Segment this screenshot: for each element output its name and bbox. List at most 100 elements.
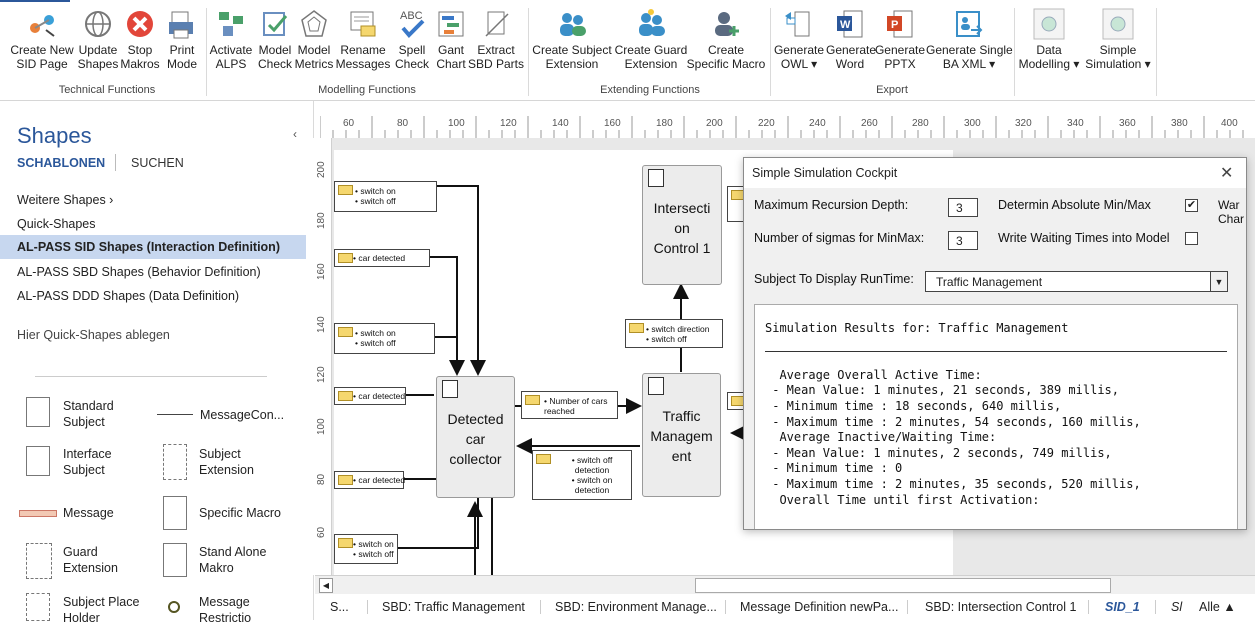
model-metrics-button[interactable]: Model Metrics: [294, 8, 334, 71]
specific-macro-shape-icon[interactable]: [163, 496, 187, 530]
subject-intersection-control[interactable]: Intersecti on Control 1: [642, 165, 722, 285]
message-car-detected[interactable]: • car detected: [334, 249, 430, 267]
shape-subject-place-holder[interactable]: Subject Place Holder: [63, 594, 139, 626]
waiting-times-checkbox[interactable]: [1185, 232, 1198, 245]
ruler-label: 80: [397, 118, 409, 129]
shape-message[interactable]: Message: [63, 505, 114, 521]
subject-detected-car-collector[interactable]: Detected car collector: [436, 376, 515, 498]
close-icon[interactable]: ✕: [1220, 163, 1233, 183]
shape-message-restriction[interactable]: Message Restrictio: [199, 594, 251, 626]
pptx-icon: P: [884, 8, 916, 40]
create-new-sid-page-button[interactable]: Create New SID Page: [10, 8, 74, 71]
generate-single-ba-xml-button[interactable]: Generate Single BA XML ▾: [926, 8, 1013, 71]
minmax-label: Determin Absolute Min/Max: [998, 198, 1151, 212]
shape-interface-subject[interactable]: Interface Subject: [63, 446, 112, 478]
rename-messages-button[interactable]: Rename Messages: [334, 8, 392, 71]
simple-simulation-button[interactable]: Simple Simulation ▾: [1082, 8, 1154, 71]
all-pages-button[interactable]: Alle ▲: [1199, 600, 1236, 614]
scroll-left-icon[interactable]: ◀: [319, 578, 333, 593]
message-switch-detection[interactable]: • switch off detection • switch on detec…: [532, 450, 632, 500]
page-tab[interactable]: Sl: [1171, 600, 1182, 614]
shape-guard-extension[interactable]: Guard Extension: [63, 544, 118, 576]
create-specific-macro-button[interactable]: Create Specific Macro: [686, 8, 766, 71]
tab-suchen[interactable]: SUCHEN: [131, 156, 184, 170]
sigmas-input[interactable]: 3: [948, 231, 978, 250]
scroll-thumb[interactable]: [695, 578, 1111, 593]
extract-sbd-parts-button[interactable]: Extract SBD Parts: [468, 8, 524, 71]
page-tab[interactable]: S...: [330, 600, 349, 614]
subject-select[interactable]: Traffic Management: [925, 271, 1222, 292]
data-modelling-icon: [1033, 8, 1065, 40]
shape-message-connector[interactable]: MessageCon...: [200, 407, 284, 423]
quick-shapes-drop-hint: Hier Quick-Shapes ablegen: [17, 328, 170, 342]
message-connector-shape-icon[interactable]: [157, 414, 193, 415]
stencil-quick-shapes[interactable]: Quick-Shapes: [0, 212, 306, 236]
tab-divider: [1088, 600, 1089, 614]
message-switch-on-off[interactable]: • switch on • switch off: [334, 323, 435, 354]
minmax-checkbox[interactable]: ✔: [1185, 199, 1198, 212]
standard-subject-shape-icon[interactable]: [26, 397, 50, 427]
create-subject-extension-button[interactable]: Create Subject Extension: [530, 8, 614, 71]
stand-alone-makro-shape-icon[interactable]: [163, 543, 187, 577]
message-car-detected[interactable]: • car detected: [334, 387, 406, 405]
envelope-icon: [338, 391, 353, 401]
model-check-button[interactable]: Model Check: [256, 8, 294, 71]
message-shape-icon[interactable]: [19, 510, 57, 517]
stop-makros-button[interactable]: Stop Makros: [120, 8, 160, 71]
generate-word-button[interactable]: W Generate Word: [826, 8, 876, 71]
envelope-icon: [338, 185, 353, 195]
create-guard-extension-button[interactable]: Create Guard Extension: [614, 8, 688, 71]
message-restriction-shape-icon[interactable]: [168, 601, 180, 613]
generate-pptx-button[interactable]: P Generate PPTX: [874, 8, 926, 71]
message-switch-direction[interactable]: • switch direction • switch off: [625, 319, 723, 348]
message-switch-on-off[interactable]: • switch on • switch off: [334, 534, 398, 564]
activate-alps-button[interactable]: Activate ALPS: [208, 8, 254, 71]
group-divider: [206, 8, 207, 96]
print-mode-button[interactable]: Print Mode: [164, 8, 200, 71]
shape-stand-alone-makro[interactable]: Stand Alone Makro: [199, 544, 266, 576]
page-tab[interactable]: SBD: Intersection Control 1: [925, 600, 1076, 614]
stencil-sid-shapes[interactable]: AL-PASS SID Shapes (Interaction Definiti…: [0, 235, 306, 259]
message-switch-on-off[interactable]: • switch on • switch off: [334, 181, 437, 212]
simulation-results-textarea[interactable]: Simulation Results for: Traffic Manageme…: [754, 304, 1238, 529]
collapse-panel-button[interactable]: ‹: [293, 127, 297, 141]
svg-text:ABC: ABC: [400, 10, 423, 22]
update-shapes-button[interactable]: Update Shapes: [76, 8, 120, 71]
simulation-cockpit-dialog: Simple Simulation Cockpit ✕ Maximum Recu…: [743, 157, 1247, 530]
tab-divider: [115, 154, 116, 171]
message-car-detected[interactable]: • car detected: [334, 471, 405, 489]
shape-subject-extension[interactable]: Subject Extension: [199, 446, 254, 478]
generate-owl-button[interactable]: Generate OWL ▾: [772, 8, 826, 71]
shape-standard-subject[interactable]: Standard Subject: [63, 398, 114, 430]
group-divider: [1014, 8, 1015, 96]
subject-extension-icon: [556, 8, 588, 40]
recursion-depth-input[interactable]: 3: [948, 198, 978, 217]
guard-extension-shape-icon[interactable]: [26, 543, 52, 579]
ruler-label: 100: [448, 118, 465, 129]
stencil-ddd-shapes[interactable]: AL-PASS DDD Shapes (Data Definition): [0, 284, 306, 308]
metrics-icon: [298, 8, 330, 40]
page-tab-active[interactable]: SID_1: [1105, 600, 1140, 614]
ruler-label: 160: [604, 118, 621, 129]
ruler-label: 140: [316, 316, 327, 333]
page-tab[interactable]: SBD: Traffic Management: [382, 600, 525, 614]
simulation-icon: [1102, 8, 1134, 40]
spell-check-button[interactable]: ABC Spell Check: [392, 8, 432, 71]
page-tab[interactable]: Message Definition newPa...: [740, 600, 898, 614]
rename-icon: [347, 8, 379, 40]
gant-chart-button[interactable]: Gant Chart: [434, 8, 468, 71]
stencil-sbd-shapes[interactable]: AL-PASS SBD Shapes (Behavior Definition): [0, 260, 306, 284]
chevron-down-icon[interactable]: ▼: [1210, 271, 1228, 292]
ruler-label: 160: [316, 263, 327, 280]
interface-subject-shape-icon[interactable]: [26, 446, 50, 476]
shape-specific-macro[interactable]: Specific Macro: [199, 505, 281, 521]
subject-place-holder-shape-icon[interactable]: [26, 593, 50, 621]
message-number-of-cars-reached[interactable]: • Number of cars reached: [521, 391, 618, 419]
page-tab[interactable]: SBD: Environment Manage...: [555, 600, 717, 614]
tab-schablonen[interactable]: SCHABLONEN: [17, 156, 105, 170]
data-modelling-button[interactable]: Data Modelling ▾: [1016, 8, 1082, 71]
subject-traffic-management[interactable]: Traffic Managem ent: [642, 373, 721, 497]
subject-extension-shape-icon[interactable]: [163, 444, 187, 480]
horizontal-scrollbar[interactable]: ◀: [315, 575, 1255, 594]
stencil-weitere-shapes[interactable]: Weitere Shapes ›: [0, 188, 306, 212]
